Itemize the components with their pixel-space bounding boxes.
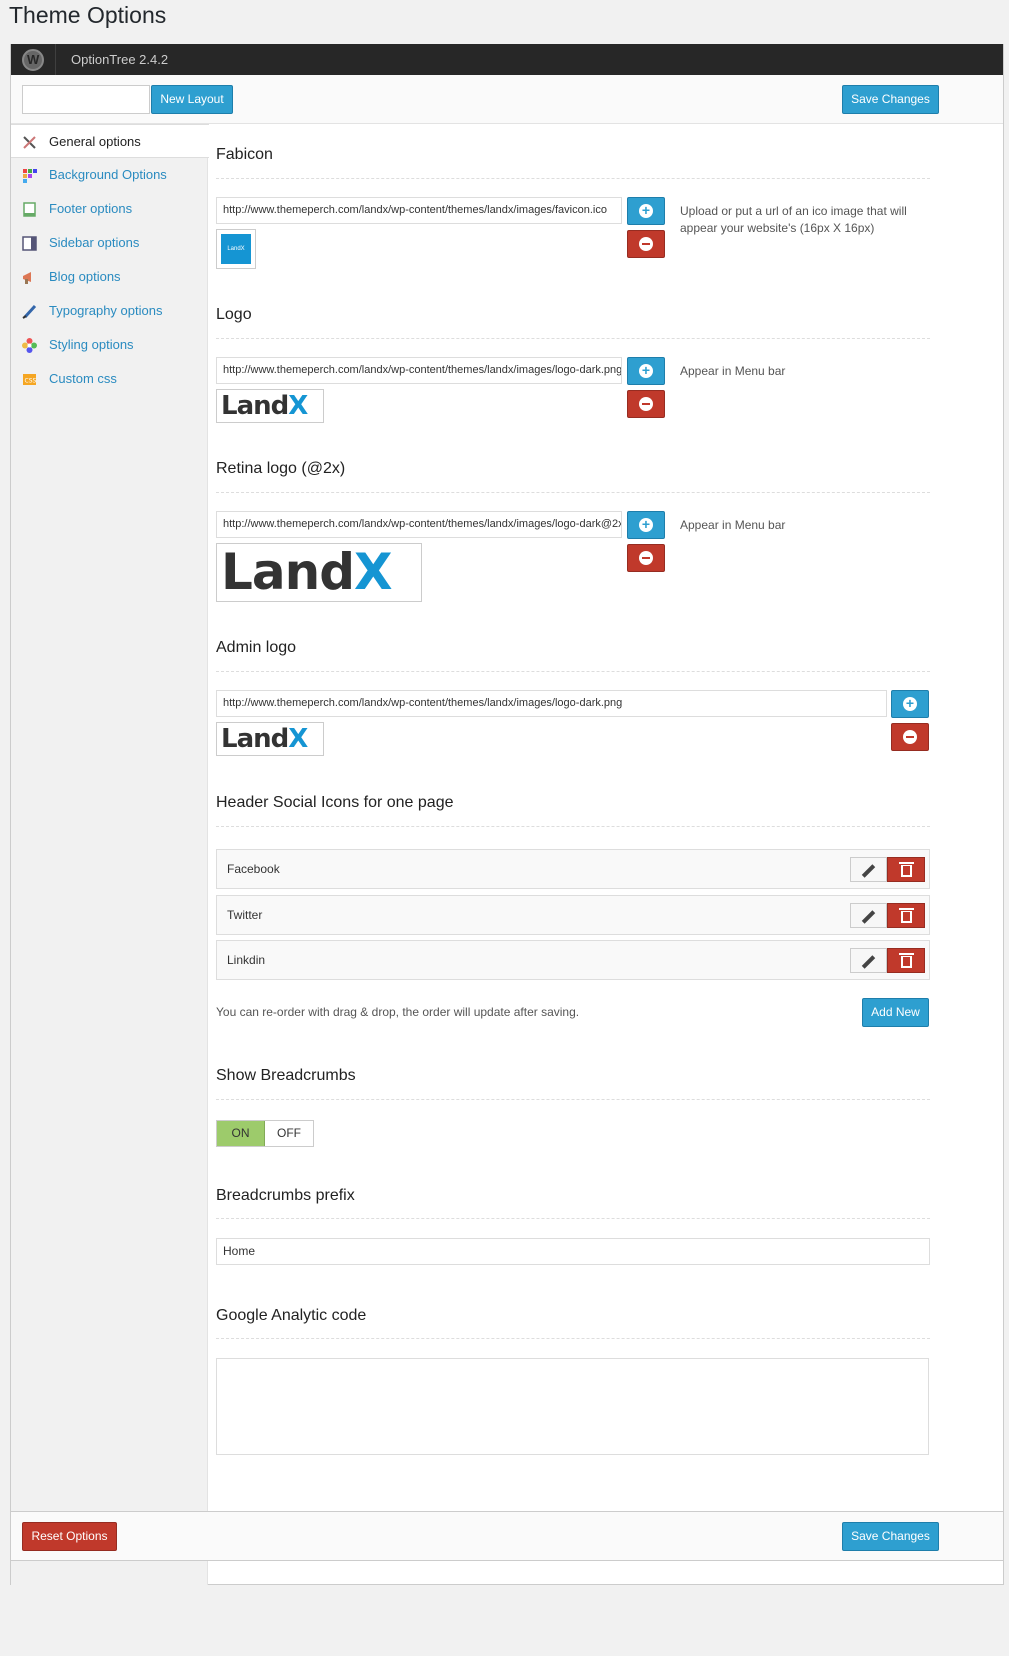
fabicon-description: Upload or put a url of an ico image that…: [680, 204, 907, 235]
fabicon-upload-button[interactable]: [627, 197, 665, 225]
page-icon: [23, 202, 36, 217]
version-label: OptionTree 2.4.2: [71, 52, 169, 67]
breadcrumbs-prefix-title: Breadcrumbs prefix: [216, 1187, 355, 1204]
retina-logo-preview: LandX: [216, 543, 422, 602]
logo-description: Appear in Menu bar: [680, 364, 786, 378]
layout-toolbar: New Layout Save Changes: [11, 75, 1003, 124]
fabicon-url-input[interactable]: http://www.themeperch.com/landx/wp-conte…: [216, 197, 622, 224]
delete-button[interactable]: [887, 903, 925, 928]
list-item[interactable]: Twitter: [216, 895, 930, 935]
palette-grid-icon: [23, 169, 37, 183]
logo-url-input[interactable]: http://www.themeperch.com/landx/wp-conte…: [216, 357, 622, 384]
fabicon-preview: LandX: [216, 229, 256, 269]
landx-logo-admin: LandX: [221, 724, 308, 754]
reset-options-button[interactable]: Reset Options: [22, 1522, 117, 1551]
retina-logo-remove-button[interactable]: [627, 544, 665, 572]
css-icon: CSS: [23, 374, 37, 385]
admin-logo-upload-button[interactable]: [891, 690, 929, 718]
pencil-icon: [861, 910, 876, 924]
fabicon-title: Fabicon: [216, 146, 273, 163]
toggle-on-option[interactable]: ON: [217, 1121, 265, 1146]
sidebar-icon: [22, 236, 37, 251]
wordpress-logo-icon: [22, 49, 44, 71]
breadcrumbs-prefix-input[interactable]: Home: [216, 1238, 930, 1265]
social-title: Header Social Icons for one page: [216, 794, 454, 811]
favicon-image: LandX: [221, 234, 251, 264]
admin-logo-url-input[interactable]: http://www.themeperch.com/landx/wp-conte…: [216, 690, 887, 717]
pencil-icon: [861, 955, 876, 969]
trash-icon: [899, 908, 914, 923]
sidebar-item-sidebar[interactable]: Sidebar options: [11, 226, 208, 260]
options-panel: OptionTree 2.4.2 New Layout Save Changes…: [10, 44, 1004, 1585]
optiontree-header: OptionTree 2.4.2: [11, 44, 1003, 75]
options-sidebar: General options Background Options Foote…: [11, 124, 209, 1585]
sidebar-item-custom-css[interactable]: CSS Custom css: [11, 362, 208, 396]
list-item[interactable]: Facebook: [216, 849, 930, 889]
megaphone-icon: [23, 272, 31, 284]
pencil-icon: [861, 864, 876, 878]
edit-button[interactable]: [850, 948, 887, 973]
delete-button[interactable]: [887, 948, 925, 973]
retina-logo-url-input[interactable]: http://www.themeperch.com/landx/wp-conte…: [216, 511, 622, 538]
sidebar-item-styling[interactable]: Styling options: [11, 328, 208, 362]
sidebar-item-blog[interactable]: Blog options: [11, 260, 208, 294]
logo-upload-button[interactable]: [627, 357, 665, 385]
options-footer: Reset Options Save Changes: [10, 1511, 1004, 1561]
logo-remove-button[interactable]: [627, 390, 665, 418]
analytics-title: Google Analytic code: [216, 1307, 367, 1324]
layout-name-input[interactable]: [22, 85, 150, 114]
landx-logo-large: LandX: [221, 543, 393, 601]
add-new-button[interactable]: Add New: [862, 998, 929, 1027]
logo-preview: LandX: [216, 389, 324, 423]
retina-logo-title: Retina logo (@2x): [216, 460, 346, 477]
landx-logo: LandX: [221, 391, 308, 421]
toggle-off-option[interactable]: OFF: [265, 1121, 313, 1146]
list-item[interactable]: Linkdin: [216, 940, 930, 980]
edit-button[interactable]: [850, 903, 887, 928]
retina-logo-description: Appear in Menu bar: [680, 518, 786, 532]
svg-text:CSS: CSS: [25, 378, 37, 385]
pen-icon: [22, 304, 37, 319]
breadcrumbs-title: Show Breadcrumbs: [216, 1067, 356, 1084]
new-layout-button[interactable]: New Layout: [151, 85, 233, 114]
breadcrumbs-toggle: ON OFF: [216, 1120, 314, 1147]
delete-button[interactable]: [887, 857, 925, 882]
logo-title: Logo: [216, 306, 252, 323]
sidebar-item-footer[interactable]: Footer options: [11, 192, 208, 226]
reorder-note: You can re-order with drag & drop, the o…: [216, 1005, 580, 1019]
sidebar-item-background[interactable]: Background Options: [11, 158, 208, 192]
sidebar-item-typography[interactable]: Typography options: [11, 294, 208, 328]
footer-save-changes-button[interactable]: Save Changes: [842, 1522, 939, 1551]
sidebar-item-general[interactable]: General options: [11, 124, 209, 158]
admin-logo-remove-button[interactable]: [891, 723, 929, 751]
fabicon-remove-button[interactable]: [627, 230, 665, 258]
analytics-textarea[interactable]: [216, 1358, 929, 1455]
flower-icon: [22, 338, 37, 353]
edit-button[interactable]: [850, 857, 887, 882]
tools-icon: [23, 136, 36, 149]
admin-logo-title: Admin logo: [216, 639, 297, 656]
page-title: Theme Options: [9, 2, 167, 28]
trash-icon: [899, 953, 914, 968]
save-changes-button[interactable]: Save Changes: [842, 85, 939, 114]
trash-icon: [899, 862, 914, 877]
admin-logo-preview: LandX: [216, 722, 324, 756]
retina-logo-upload-button[interactable]: [627, 511, 665, 539]
